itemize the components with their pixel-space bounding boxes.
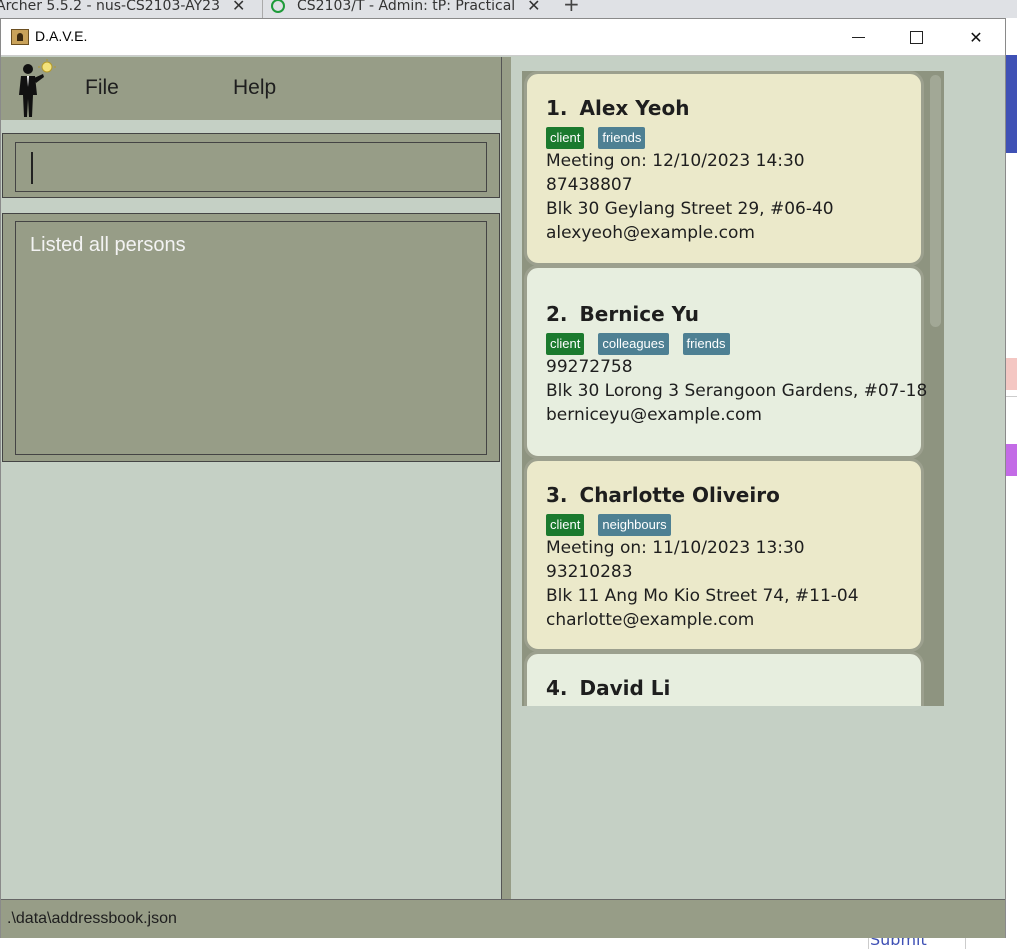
person-name-row: 2. Bernice Yu [546, 302, 921, 326]
address: Blk 30 Geylang Street 29, #06-40 [546, 199, 834, 219]
browser-tab-title: CS2103/T - Admin: tP: Practical [297, 0, 516, 14]
tag: friends [598, 127, 646, 149]
address: Blk 30 Lorong 3 Serangoon Gardens, #07-1… [546, 381, 928, 401]
background-page-edge [1005, 18, 1017, 949]
businessman-logo-icon [19, 59, 56, 117]
person-list-panel: 1. Alex Yeoh client friends Meeting on: … [512, 57, 1005, 899]
person-name: Bernice Yu [579, 302, 699, 326]
list-scrollbar[interactable] [927, 71, 944, 706]
person-name-row: 1. Alex Yeoh [546, 96, 921, 120]
result-message: Listed all persons [30, 234, 186, 256]
close-icon[interactable]: ✕ [232, 0, 245, 15]
person-name-row: 3. Charlotte Oliveiro [546, 483, 921, 507]
person-card[interactable]: 3. Charlotte Oliveiro client neighbours … [524, 458, 924, 652]
title-bar: D.A.V.E. ✕ [1, 19, 1005, 56]
help-menu[interactable]: Help [233, 76, 276, 100]
maximize-button[interactable] [893, 23, 939, 51]
email: berniceyu@example.com [546, 405, 762, 425]
browser-tab[interactable]: Archer 5.5.2 - nus-CS2103-AY23 ✕ [0, 0, 246, 18]
file-menu[interactable]: File [85, 76, 119, 100]
phone: 87438807 [546, 175, 633, 195]
tag: friends [682, 333, 730, 355]
email: charlotte@example.com [546, 610, 755, 630]
tag: neighbours [598, 514, 671, 536]
result-display: Listed all persons [2, 213, 500, 462]
person-name: Alex Yeoh [579, 96, 690, 120]
divider [1005, 396, 1017, 397]
tag-list: client neighbours [546, 514, 921, 536]
command-input[interactable] [15, 142, 487, 192]
person-index: 1. [546, 96, 568, 120]
person-card[interactable]: 1. Alex Yeoh client friends Meeting on: … [524, 71, 924, 266]
data-file-path: .\data\addressbook.json [7, 910, 177, 927]
menu-bar: File Help [1, 57, 501, 120]
person-card[interactable]: 2. Bernice Yu client colleagues friends … [524, 265, 928, 459]
status-bar: .\data\addressbook.json [1, 899, 1005, 938]
maximize-icon [909, 30, 923, 44]
person-index: 4. [546, 676, 568, 700]
close-icon[interactable]: ✕ [527, 0, 540, 15]
person-name: David Li [579, 676, 671, 700]
tag: client [546, 127, 585, 149]
scrollbar-thumb[interactable] [930, 75, 941, 327]
close-window-button[interactable]: ✕ [953, 23, 999, 51]
browser-tab[interactable]: CS2103/T - Admin: tP: Practical ✕ [262, 0, 542, 18]
meeting-info: Meeting on: 11/10/2023 13:30 [546, 538, 805, 558]
person-name: Charlotte Oliveiro [579, 483, 780, 507]
tag: client [546, 514, 585, 536]
meeting-info: Meeting on: 12/10/2023 14:30 [546, 151, 805, 171]
command-box [2, 133, 500, 198]
background-field [1005, 444, 1017, 476]
phone: 99272758 [546, 357, 633, 377]
window-title: D.A.V.E. [35, 28, 88, 44]
tag-list: client friends [546, 127, 921, 149]
app-icon [11, 29, 29, 45]
tag-list: client colleagues friends [546, 333, 921, 355]
address: Blk 11 Ang Mo Kio Street 74, #11-04 [546, 586, 859, 606]
person-index: 3. [546, 483, 568, 507]
phone: 93210283 [546, 562, 633, 582]
background-header [1005, 55, 1017, 153]
text-caret [31, 152, 33, 184]
tag: client [546, 333, 585, 355]
tag: colleagues [598, 333, 669, 355]
person-card[interactable]: 4. David Li [524, 651, 924, 706]
browser-tab-strip: Archer 5.5.2 - nus-CS2103-AY23 ✕ CS2103/… [0, 0, 1017, 18]
result-text-area[interactable]: Listed all persons [15, 221, 487, 455]
app-window: D.A.V.E. ✕ File Help Listed all persons [0, 18, 1006, 938]
browser-tab-title: Archer 5.5.2 - nus-CS2103-AY23 [0, 0, 220, 14]
minimize-icon [851, 36, 865, 38]
site-icon [271, 0, 285, 13]
person-index: 2. [546, 302, 568, 326]
close-icon: ✕ [969, 27, 983, 47]
background-field [1005, 358, 1017, 390]
email: alexyeoh@example.com [546, 223, 755, 243]
person-list[interactable]: 1. Alex Yeoh client friends Meeting on: … [522, 71, 934, 706]
person-name-row: 4. David Li [546, 676, 921, 700]
minimize-button[interactable] [835, 23, 881, 51]
split-pane-divider[interactable] [501, 57, 511, 899]
new-tab-icon[interactable]: + [563, 0, 580, 16]
